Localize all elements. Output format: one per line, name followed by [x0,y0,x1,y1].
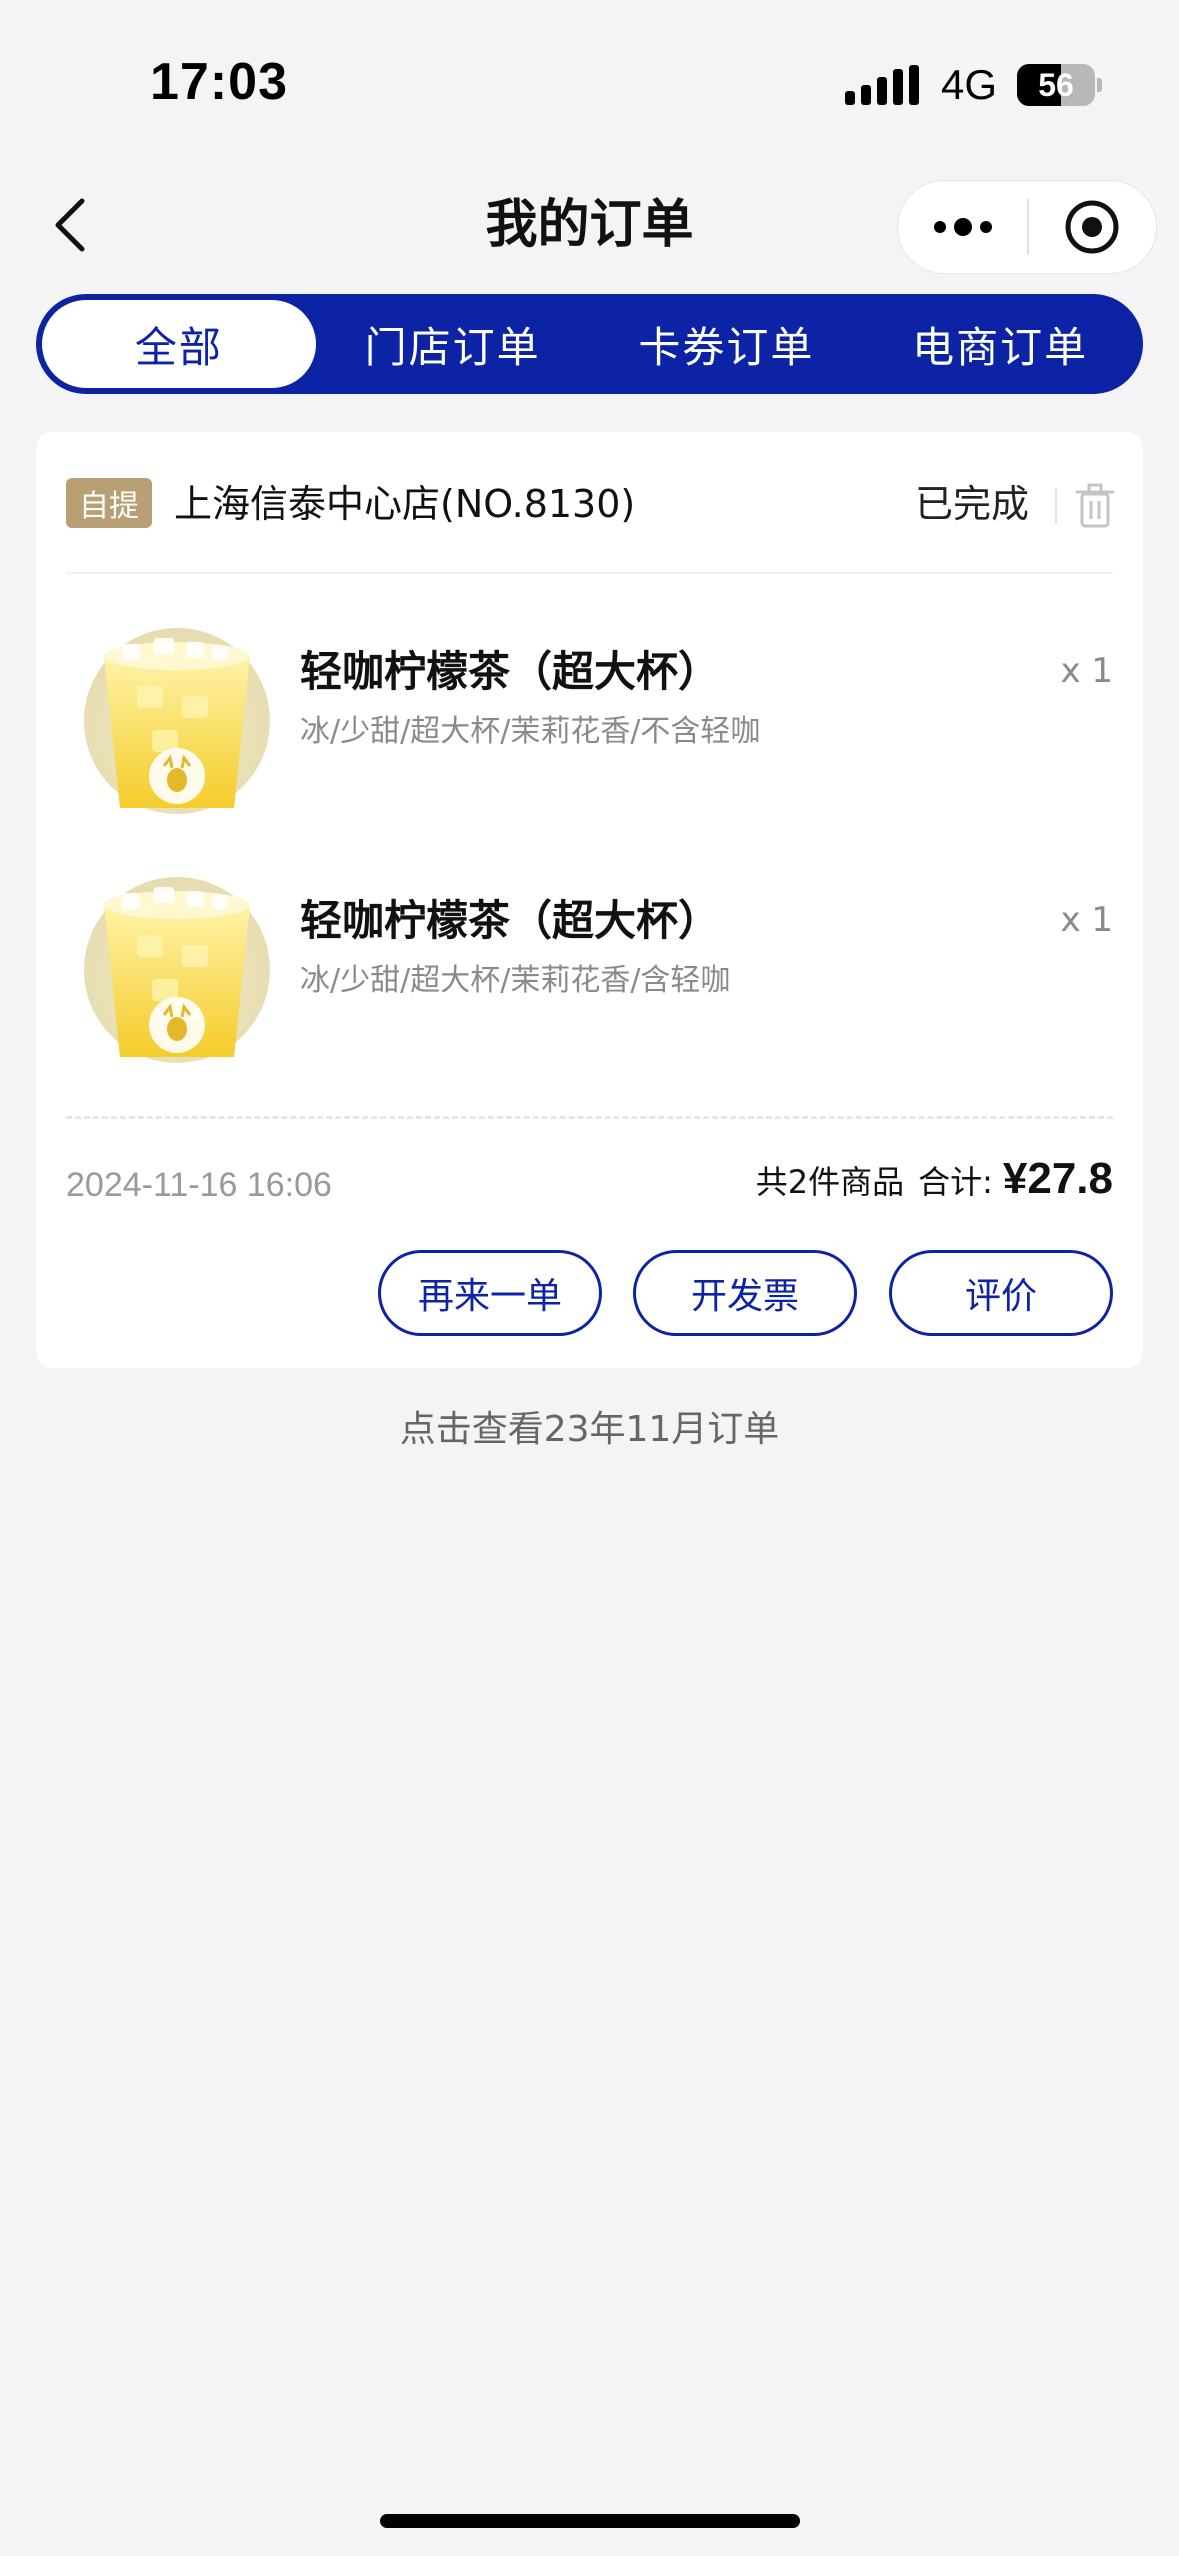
total-amount: ¥27.8 [1002,1154,1113,1203]
item-quantity: x 1 [1060,651,1113,691]
order-card[interactable]: 自提 上海信泰中心店(NO.8130) 已完成 轻咖柠檬茶（超大杯） 冰/少甜/… [36,432,1143,1368]
invoice-button[interactable]: 开发票 [633,1250,857,1336]
target-circle-icon [1065,200,1119,254]
tab-ecommerce-orders[interactable]: 电商订单 [863,300,1137,388]
more-dots-icon [979,221,992,233]
tab-voucher-orders[interactable]: 卡券订单 [590,300,864,388]
dashed-divider [66,1116,1113,1119]
more-button[interactable] [898,181,1027,273]
lemon-tea-cup-icon [84,628,270,814]
history-orders-link[interactable]: 点击查看23年11月订单 [0,1400,1179,1460]
close-mini-program-button[interactable] [1029,181,1156,273]
order-type-tabs: 全部 门店订单 卡券订单 电商订单 [36,294,1143,394]
battery-tip [1097,78,1103,92]
battery-icon: 56 [1017,64,1096,106]
item-count: 共2件商品 [755,1163,905,1201]
tab-store-orders[interactable]: 门店订单 [316,300,590,388]
status-indicators: 4G 56 [845,60,1103,110]
mini-program-capsule [897,180,1157,274]
order-status: 已完成 [914,482,1029,526]
status-time: 17:03 [150,53,288,111]
total-label: 合计: [918,1163,993,1201]
reorder-button[interactable]: 再来一单 [378,1250,602,1336]
tab-all[interactable]: 全部 [42,300,316,388]
order-item[interactable]: 轻咖柠檬茶（超大杯） 冰/少甜/超大杯/茉莉花香/不含轻咖 x 1 [36,626,1143,826]
lemon-tea-cup-icon [84,877,270,1063]
store-name: 上海信泰中心店(NO.8130) [174,482,636,526]
status-divider [1055,488,1057,524]
delete-order-button[interactable] [1073,482,1117,530]
pickup-tag: 自提 [66,478,152,528]
review-button[interactable]: 评价 [889,1250,1113,1336]
item-quantity: x 1 [1060,900,1113,940]
network-type: 4G [941,61,998,108]
header-divider [66,572,1113,574]
item-spec: 冰/少甜/超大杯/茉莉花香/不含轻咖 [300,714,761,749]
more-dots-icon [953,218,972,236]
order-list-page: 17:03 4G 56 我的订单 全部 门店订单 卡券订单 电商订单 自提 上海… [0,0,1179,2556]
order-time: 2024-11-16 16:06 [66,1166,332,1204]
product-image [82,875,272,1065]
more-dots-icon [933,221,946,233]
trash-icon [1075,483,1115,528]
signal-icon [845,65,919,105]
item-name: 轻咖柠檬茶（超大杯） [300,647,721,696]
order-item[interactable]: 轻咖柠檬茶（超大杯） 冰/少甜/超大杯/茉莉花香/含轻咖 x 1 [36,875,1143,1075]
battery-level: 56 [1038,66,1074,103]
home-indicator[interactable] [380,2514,800,2528]
order-totals: 共2件商品 合计: ¥27.8 [756,1154,1113,1204]
item-name: 轻咖柠檬茶（超大杯） [300,896,721,945]
item-spec: 冰/少甜/超大杯/茉莉花香/含轻咖 [300,963,731,998]
product-image [82,626,272,816]
